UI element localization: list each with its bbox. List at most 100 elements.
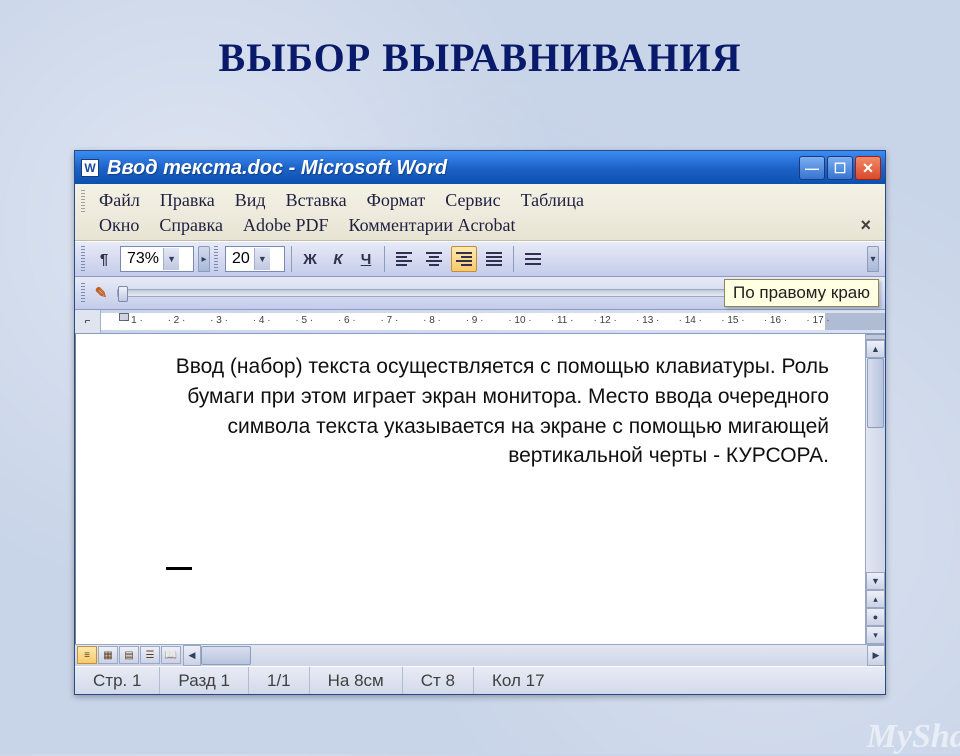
align-right-button[interactable]: [451, 246, 477, 272]
document-close-button[interactable]: ×: [852, 215, 879, 236]
menu-edit[interactable]: Правка: [150, 188, 225, 213]
toolbar-overflow-2[interactable]: ▾: [867, 246, 879, 272]
ruler-tick: · 7 ·: [381, 315, 399, 326]
scroll-right-button[interactable]: ▶: [867, 645, 885, 666]
font-size-combo[interactable]: 20 ▼: [225, 246, 285, 272]
toolbar-separator-2: [384, 246, 385, 272]
status-column: Кол 17: [474, 667, 563, 694]
view-print-button[interactable]: ▤: [119, 646, 139, 664]
ruler-tick: · 11 ·: [551, 315, 574, 326]
view-normal-button[interactable]: ≡: [77, 646, 97, 664]
zoom-combo[interactable]: 73% ▼: [120, 246, 194, 272]
view-outline-button[interactable]: ☰: [140, 646, 160, 664]
ruler-tick: · 8 ·: [423, 315, 441, 326]
align-center-button[interactable]: [421, 246, 447, 272]
menu-insert[interactable]: Вставка: [276, 188, 357, 213]
ruler-tick: · 4 ·: [253, 315, 271, 326]
align-justify-icon: [486, 252, 502, 266]
word-window: W Ввод текста.doc - Microsoft Word — ☐ ✕…: [74, 150, 886, 695]
font-size-value: 20: [232, 250, 250, 268]
scroll-up-button[interactable]: ▲: [866, 340, 885, 358]
align-justify-button[interactable]: [481, 246, 507, 272]
scroll-left-button[interactable]: ◀: [183, 645, 201, 666]
ruler-tick: · 3 ·: [210, 315, 228, 326]
ruler-tick: · 16 ·: [764, 315, 787, 326]
minimize-button[interactable]: —: [799, 156, 825, 180]
ruler-tick: · 2 ·: [168, 315, 186, 326]
font-size-dropdown-icon[interactable]: ▼: [254, 248, 270, 270]
edit-mode-icon[interactable]: ✎: [89, 280, 113, 306]
align-right-tooltip: По правому краю: [724, 279, 879, 307]
maximize-button[interactable]: ☐: [827, 156, 853, 180]
ruler-tick: · 14 ·: [679, 315, 702, 326]
line-spacing-button[interactable]: [520, 246, 546, 272]
menu-service[interactable]: Сервис: [435, 188, 510, 213]
ruler-tick: · 15 ·: [721, 315, 744, 326]
hscroll-thumb[interactable]: [201, 646, 251, 665]
line-spacing-icon: [525, 253, 541, 265]
vertical-scrollbar[interactable]: ▲ ▼ ▴ ● ▾: [865, 334, 885, 644]
menubar-real: Файл Правка Вид Вставка Формат Сервис Та…: [75, 184, 885, 241]
status-pages: 1/1: [249, 667, 310, 694]
view-reading-button[interactable]: 📖: [161, 646, 181, 664]
toolbar-overflow-1[interactable]: ▸: [198, 246, 210, 272]
scroll-down-button[interactable]: ▼: [866, 572, 885, 590]
next-page-button[interactable]: ▾: [866, 626, 885, 644]
menu-help[interactable]: Справка: [149, 213, 233, 238]
align-center-icon: [426, 252, 442, 266]
hscroll-track[interactable]: [201, 645, 867, 666]
vscroll-thumb[interactable]: [867, 358, 884, 428]
statusbar: Стр. 1 Разд 1 1/1 На 8см Ст 8 Кол 17: [75, 666, 885, 694]
underline-button[interactable]: Ч: [354, 246, 378, 272]
toolbar-separator-3: [513, 246, 514, 272]
ruler-tick: · 12 ·: [593, 315, 616, 326]
document-page[interactable]: Ввод (набор) текста осуществляется с пом…: [75, 334, 865, 644]
browse-object-button[interactable]: ●: [866, 608, 885, 626]
view-web-button[interactable]: ▦: [98, 646, 118, 664]
ruler-tick: · 1 ·: [125, 315, 143, 326]
ruler-corner[interactable]: ⌐: [75, 310, 101, 333]
word-app-icon: W: [81, 159, 99, 177]
menu-view[interactable]: Вид: [225, 188, 276, 213]
toolbar-separator: [291, 246, 292, 272]
toolbar-grip-2[interactable]: [214, 246, 218, 272]
prev-page-button[interactable]: ▴: [866, 590, 885, 608]
menu-grip[interactable]: [81, 190, 85, 212]
menu-table[interactable]: Таблица: [511, 188, 594, 213]
ruler-tick: · 10 ·: [508, 315, 531, 326]
show-formatting-button[interactable]: ¶: [92, 246, 116, 272]
horizontal-ruler[interactable]: · 1 · · 2 · · 3 · · 4 · · 5 · · 6 · · 7 · · 8 ·…: [101, 313, 885, 330]
zoom-dropdown-icon[interactable]: ▼: [163, 248, 179, 270]
italic-button[interactable]: К: [326, 246, 350, 272]
slide-title: ВЫБОР ВЫРАВНИВАНИЯ: [0, 34, 960, 81]
align-right-icon: [456, 252, 472, 266]
toolbar-grip-3[interactable]: [81, 283, 85, 303]
ruler-margin-area: [825, 313, 885, 330]
toolbar-grip-1[interactable]: [81, 246, 85, 272]
status-position: На 8см: [310, 667, 403, 694]
vscroll-track[interactable]: [866, 358, 885, 572]
menu-file[interactable]: Файл: [89, 188, 150, 213]
titlebar: W Ввод текста.doc - Microsoft Word — ☐ ✕: [75, 151, 885, 185]
horizontal-scrollbar[interactable]: ◀ ▶: [183, 645, 885, 666]
menu-adobe-pdf[interactable]: Adobe PDF: [233, 213, 339, 238]
menu-acrobat-comments[interactable]: Комментарии Acrobat: [339, 213, 526, 238]
window-title: Ввод текста.doc - Microsoft Word: [107, 157, 799, 180]
menu-format[interactable]: Формат: [357, 188, 436, 213]
spacing-slider-thumb[interactable]: [118, 286, 128, 302]
ruler-tick: · 17 ·: [806, 315, 829, 326]
align-left-button[interactable]: [391, 246, 417, 272]
ruler-tick: · 6 ·: [338, 315, 356, 326]
text-cursor: [166, 567, 192, 570]
bold-button[interactable]: Ж: [298, 246, 322, 272]
status-line: Ст 8: [403, 667, 474, 694]
ruler-tick: · 5 ·: [295, 315, 313, 326]
status-page: Стр. 1: [75, 667, 160, 694]
close-button[interactable]: ✕: [855, 156, 881, 180]
ruler-tick: · 9 ·: [466, 315, 484, 326]
align-left-icon: [396, 252, 412, 266]
menu-window[interactable]: Окно: [89, 213, 149, 238]
spacing-slider[interactable]: [117, 289, 819, 297]
document-area: Ввод (набор) текста осуществляется с пом…: [75, 334, 885, 644]
bottom-bar: ≡ ▦ ▤ ☰ 📖 ◀ ▶: [75, 644, 885, 666]
